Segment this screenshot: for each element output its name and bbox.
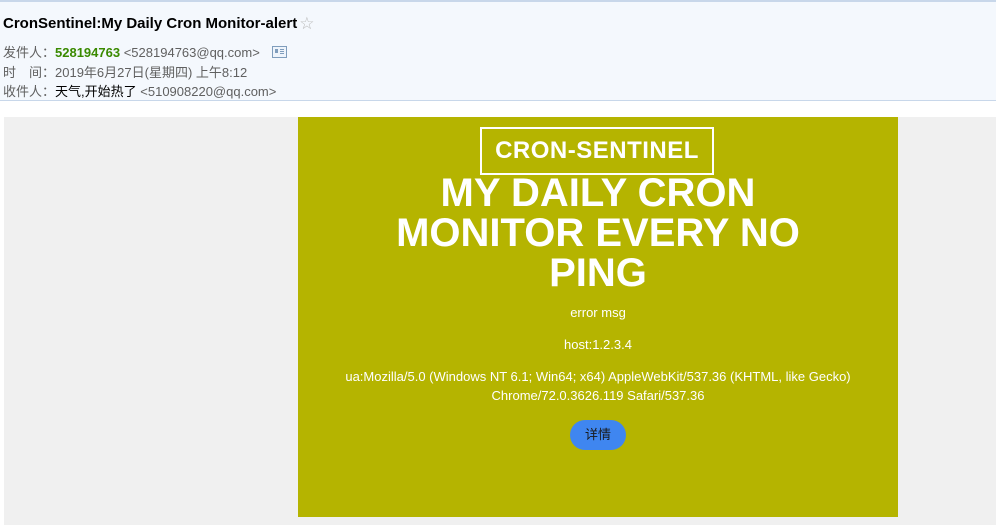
mail-subject: CronSentinel:My Daily Cron Monitor-alert bbox=[3, 15, 298, 32]
error-message: error msg bbox=[570, 305, 626, 320]
brand-logo: CRON-SENTINEL bbox=[480, 127, 714, 175]
sender-email: <528194763@qq.com> bbox=[123, 45, 260, 60]
user-agent-info: ua:Mozilla/5.0 (Windows NT 6.1; Win64; x… bbox=[345, 369, 851, 403]
mail-body: CRON-SENTINEL MY DAILY CRON MONITOR EVER… bbox=[4, 117, 996, 525]
contact-card-icon[interactable] bbox=[272, 46, 288, 58]
mail-header: CronSentinel:My Daily Cron Monitor-alert… bbox=[0, 0, 996, 101]
time-value: 2019年6月27日(星期四) 上午8:12 bbox=[55, 65, 248, 80]
sender-name[interactable]: 528194763 bbox=[55, 45, 120, 60]
time-label: 时 间： bbox=[3, 65, 56, 80]
to-label: 收件人： bbox=[3, 84, 56, 99]
star-icon[interactable]: ☆ bbox=[299, 15, 314, 32]
from-label: 发件人： bbox=[3, 45, 56, 60]
from-row: 发件人：528194763 <528194763@qq.com> bbox=[3, 42, 288, 61]
details-button[interactable]: 详情 bbox=[570, 420, 626, 450]
alert-card: CRON-SENTINEL MY DAILY CRON MONITOR EVER… bbox=[298, 117, 898, 517]
recipient-email: <510908220@qq.com> bbox=[140, 84, 277, 99]
host-info: host:1.2.3.4 bbox=[564, 337, 632, 352]
subject-row: CronSentinel:My Daily Cron Monitor-alert… bbox=[3, 15, 314, 32]
recipient-name[interactable]: 天气,开始热了 bbox=[55, 84, 137, 99]
alert-title: MY DAILY CRON MONITOR EVERY NO PING bbox=[396, 171, 800, 295]
to-row: 收件人：天气,开始热了 <510908220@qq.com> bbox=[3, 81, 276, 100]
time-row: 时 间：2019年6月27日(星期四) 上午8:12 bbox=[3, 62, 247, 81]
